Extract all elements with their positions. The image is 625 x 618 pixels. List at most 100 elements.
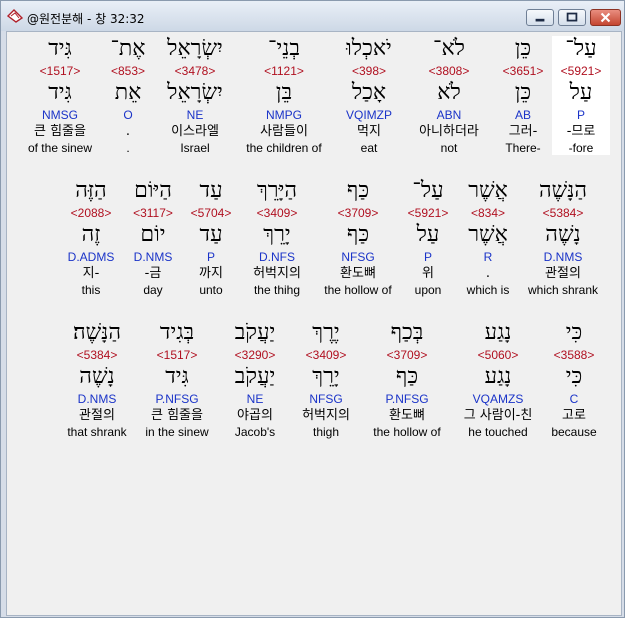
- lemma: יַעֲקֹב: [234, 364, 276, 389]
- word-1-4[interactable]: יֹאכְלוּ <398> אָכַל VQIMZP 먹지 eat: [329, 36, 409, 155]
- strong-number: <853>: [110, 64, 146, 78]
- hebrew-word: כֵּן: [514, 36, 532, 61]
- parse-code: P.NFSG: [385, 392, 429, 406]
- parse-code: VQIMZP: [345, 108, 392, 122]
- english-gloss: in the sinew: [145, 425, 209, 439]
- hebrew-word: הַנָּשֶׁה׃: [72, 320, 122, 345]
- parse-code: NE: [186, 108, 204, 122]
- lemma: יָרֵךְ: [263, 222, 291, 247]
- english-gloss: not: [440, 141, 458, 155]
- english-gloss: thigh: [312, 425, 340, 439]
- parse-code: O: [123, 108, 133, 122]
- lemma: בֵּן: [275, 80, 293, 105]
- word-1-2[interactable]: כֵּן <3651> כֵּן AB 그러- There-: [483, 36, 563, 155]
- word-2-5[interactable]: הַיָּרֵךְ <3409> יָרֵךְ D.NFS 허벅지의 the t…: [237, 178, 317, 297]
- parse-code: NE: [246, 392, 264, 406]
- word-1-7[interactable]: אֶת־ <853> אֵת O . .: [101, 36, 155, 155]
- word-2-8[interactable]: הַזֶּה <2088> זֶה D.ADMS 지- this: [59, 178, 123, 297]
- hebrew-word: אֲשֶׁר: [468, 178, 508, 203]
- strong-number: <3808>: [428, 64, 470, 78]
- korean-gloss: 고로: [562, 408, 586, 423]
- strong-number: <834>: [470, 206, 506, 220]
- strong-number: <5060>: [477, 348, 519, 362]
- word-3-6[interactable]: בְּגִיד <1517> גִּיד P.NFSG 큰 힘줄을 in the…: [137, 320, 217, 439]
- word-1-6[interactable]: יִשְׂרָאֵל <3478> יִשְׂרָאֵל NE 이스라엘 Isr…: [155, 36, 235, 155]
- minimize-button[interactable]: [526, 9, 554, 26]
- strong-number: <3651>: [502, 64, 544, 78]
- english-gloss: the hollow of: [373, 425, 441, 439]
- hebrew-word: בְּכַף: [390, 320, 424, 345]
- hebrew-word: בְנֵי־: [268, 36, 300, 61]
- hebrew-word: יַעֲקֹב: [234, 320, 276, 345]
- strong-number: <3117>: [133, 206, 173, 220]
- english-gloss: .: [126, 141, 130, 155]
- korean-gloss: 아니하더라: [419, 124, 479, 139]
- strong-number: <3409>: [256, 206, 298, 220]
- parse-code: NMPG: [266, 108, 302, 122]
- hebrew-word: הַנָּשֶׁה: [538, 178, 588, 203]
- strong-number: <2088>: [70, 206, 112, 220]
- strong-number: <3709>: [386, 348, 428, 362]
- word-2-7[interactable]: הַיּוֹם <3117> יוֹם D.NMS -금 day: [123, 178, 183, 297]
- strong-number: <1517>: [39, 64, 81, 78]
- word-2-6[interactable]: עַד <5704> עַד P 까지 unto: [183, 178, 239, 297]
- parse-code: D.NMS: [77, 392, 117, 406]
- window-title: @원전분해 - 창 32:32: [27, 12, 145, 26]
- parse-code: NMSG: [42, 108, 78, 122]
- maximize-icon: [566, 12, 578, 22]
- english-gloss: he touched: [468, 425, 528, 439]
- word-2-2[interactable]: אֲשֶׁר <834> אֲשֶׁר R . which is: [448, 178, 528, 297]
- strong-number: <3290>: [234, 348, 276, 362]
- korean-gloss: .: [485, 266, 491, 281]
- hebrew-word: יֹאכְלוּ: [346, 36, 392, 61]
- word-1-8[interactable]: גִּיד <1517> גִּיד NMSG 큰 힘줄을 of the sin…: [20, 36, 100, 155]
- korean-gloss: 먹지: [357, 124, 381, 139]
- english-gloss: Jacob's: [234, 425, 276, 439]
- maximize-button[interactable]: [558, 9, 586, 26]
- word-2-1[interactable]: הַנָּשֶׁה <5384> נָשֶׁה D.NMS 관절의 which …: [523, 178, 603, 297]
- hebrew-word: כִּי: [565, 320, 583, 345]
- english-gloss: unto: [199, 283, 223, 297]
- english-gloss: the hollow of: [324, 283, 392, 297]
- word-3-3[interactable]: בְּכַף <3709> כַּף P.NFSG 환도뼈 the hollow…: [362, 320, 452, 439]
- strong-number: <5384>: [542, 206, 584, 220]
- word-1-3[interactable]: לֹא־ <3808> לֹא ABN 아니하더라 not: [404, 36, 494, 155]
- english-gloss: which is: [466, 283, 510, 297]
- parse-code: R: [483, 250, 493, 264]
- word-3-2[interactable]: נָגַע <5060> נָגַע VQAMZS 그 사람이-친 he tou…: [453, 320, 543, 439]
- close-button[interactable]: [590, 9, 621, 26]
- hebrew-word: כַּף: [346, 178, 370, 203]
- word-3-7[interactable]: הַנָּשֶׁה׃ <5384> נָשֶׁה D.NMS 관절의 that …: [58, 320, 136, 439]
- word-3-5[interactable]: יַעֲקֹב <3290> יַעֲקֹב NE 야곱의 Jacob's: [215, 320, 295, 439]
- hebrew-word: אֶת־: [110, 36, 146, 61]
- korean-gloss: 그러-: [508, 124, 538, 139]
- interlinear-window: @원전분해 - 창 32:32 עַל־ <5921> עַל P -므로 -f…: [0, 0, 625, 618]
- word-3-1[interactable]: כִּי <3588> כִּי C 고로 because: [534, 320, 614, 439]
- word-2-4[interactable]: כַּף <3709> כַּף NFSG 환도뼈 the hollow of: [318, 178, 398, 297]
- parse-code: NFSG: [309, 392, 343, 406]
- parse-code: D.NMS: [133, 250, 173, 264]
- english-gloss: There-: [505, 141, 541, 155]
- word-2-3[interactable]: עַל־ <5921> עַל P 위 upon: [398, 178, 458, 297]
- english-gloss: the children of: [246, 141, 322, 155]
- word-1-5[interactable]: בְנֵי־ <1121> בֵּן NMPG 사람들이 the childre…: [239, 36, 329, 155]
- hebrew-word: לֹא־: [433, 36, 465, 61]
- parse-code: ABN: [436, 108, 462, 122]
- word-3-4[interactable]: יֶרֶךְ <3409> יָרֵךְ NFSG 허벅지의 thigh: [286, 320, 366, 439]
- lemma: נָשֶׁה: [545, 222, 581, 247]
- parse-code: NFSG: [341, 250, 375, 264]
- korean-gloss: 환도뼈: [340, 266, 376, 281]
- strong-number: <398>: [351, 64, 387, 78]
- parse-code: P: [206, 250, 215, 264]
- english-gloss: upon: [414, 283, 442, 297]
- korean-gloss: 관절의: [545, 266, 581, 281]
- parse-code: VQAMZS: [472, 392, 524, 406]
- korean-gloss: 그 사람이-친: [463, 408, 533, 423]
- lemma: אֵת: [114, 80, 142, 105]
- title-bar[interactable]: @원전분해 - 창 32:32: [1, 1, 624, 31]
- korean-gloss: 야곱의: [237, 408, 273, 423]
- interlinear-pane: עַל־ <5921> עַל P -므로 -fore כֵּן <3651> …: [6, 31, 622, 616]
- lemma: כַּף: [346, 222, 370, 247]
- korean-gloss: 사람들이: [260, 124, 308, 139]
- lemma: עַל: [416, 222, 440, 247]
